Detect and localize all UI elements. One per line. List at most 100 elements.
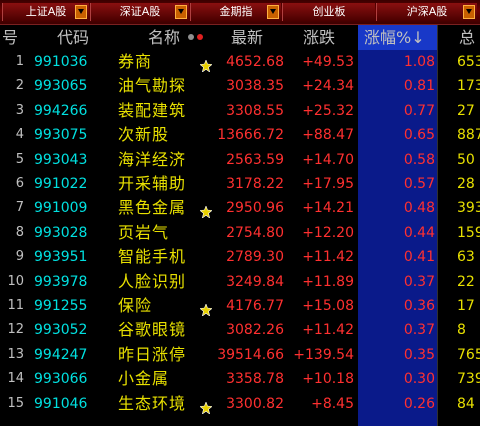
last-price: 4652.68: [226, 54, 284, 70]
change-percent: 0.81: [403, 78, 435, 95]
security-name: 小金属: [118, 369, 170, 389]
tab-sh-a-shares[interactable]: 上证A股: [2, 3, 89, 21]
table-row[interactable]: 5 993043 海洋经济 2563.59 +14.70 0.58 50: [0, 148, 480, 172]
header-last-price[interactable]: 最新: [231, 25, 263, 50]
security-code: 991022: [34, 176, 88, 192]
row-number: 6: [15, 176, 24, 191]
change-percent: 0.30: [403, 371, 435, 388]
row-number: 1: [15, 54, 24, 69]
tab-shsz-a-shares[interactable]: 沪深A股: [376, 3, 477, 21]
table-row[interactable]: 15 991046 生态环境 3300.82 +8.45 0.26 84: [0, 392, 480, 416]
security-code: 994266: [34, 102, 88, 119]
row-number: 5: [15, 151, 24, 167]
security-name: 人脸识别: [118, 271, 187, 291]
change-percent: 0.77: [403, 102, 435, 119]
security-code: 991036: [34, 54, 88, 70]
total-value: 173: [457, 78, 480, 95]
header-change-pct[interactable]: 涨幅%↓: [364, 25, 425, 50]
security-name: 昨日涨停: [118, 344, 187, 364]
header-seq[interactable]: 号: [2, 25, 18, 50]
price-change: +11.89: [302, 273, 354, 290]
table-row[interactable]: 12 993052 谷歌眼镜 3082.26 +11.42 0.37 8: [0, 318, 480, 342]
security-name: 页岩气: [118, 222, 170, 242]
header-total[interactable]: 总: [459, 25, 475, 50]
tab-index-futures[interactable]: 金期指: [190, 3, 281, 21]
header-change[interactable]: 涨跌: [303, 25, 335, 50]
security-name: 次新股: [118, 125, 170, 145]
dropdown-arrow-icon[interactable]: [75, 5, 87, 19]
table-row[interactable]: 11 991255 保险 4176.77 +15.08 0.36 17: [0, 294, 480, 318]
price-change: +24.34: [302, 78, 354, 95]
last-price: 2563.59: [226, 151, 284, 168]
last-price: 3249.84: [226, 273, 284, 290]
last-price: 2754.80: [226, 224, 284, 241]
last-price: 39514.66: [217, 346, 284, 363]
header-name[interactable]: 名称: [148, 25, 180, 50]
change-percent: 0.37: [403, 322, 435, 339]
total-value: 159: [457, 224, 480, 241]
security-name: 智能手机: [118, 247, 187, 267]
change-percent: 0.36: [403, 298, 435, 314]
table-header: 号 代码 名称 最新 涨跌 涨幅%↓ 总: [0, 25, 480, 50]
security-code: 993065: [34, 78, 88, 95]
tab-label: 上证A股: [25, 5, 67, 18]
change-percent: 0.57: [403, 176, 435, 192]
table-row[interactable]: 8 993028 页岩气 2754.80 +12.20 0.44 159: [0, 221, 480, 245]
security-code: 994247: [34, 346, 88, 363]
table-row[interactable]: 13 994247 昨日涨停 39514.66 +139.54 0.35 765: [0, 343, 480, 367]
header-code[interactable]: 代码: [57, 25, 89, 50]
row-number: 12: [7, 322, 24, 338]
table-row[interactable]: 1 991036 券商 4652.68 +49.53 1.08 653: [0, 50, 480, 74]
table-row[interactable]: 2 993065 油气勘探 3038.35 +24.34 0.81 173: [0, 74, 480, 98]
table-row[interactable]: 7 991009 黑色金属 2950.96 +14.21 0.48 393: [0, 196, 480, 220]
last-price: 4176.77: [226, 298, 284, 314]
change-percent: 0.37: [403, 273, 435, 290]
total-value: 393: [457, 200, 480, 217]
price-change: +88.47: [302, 127, 354, 144]
row-number: 9: [15, 249, 24, 265]
price-change: +12.20: [302, 224, 354, 241]
dropdown-arrow-icon[interactable]: [267, 5, 279, 19]
row-number: 14: [7, 371, 24, 387]
dropdown-arrow-icon[interactable]: [463, 5, 475, 19]
price-change: +10.18: [302, 371, 354, 388]
table-row[interactable]: 6 991022 开采辅助 3178.22 +17.95 0.57 28: [0, 172, 480, 196]
last-price: 13666.72: [217, 127, 284, 144]
total-value: 27: [457, 102, 475, 119]
total-value: 887: [457, 127, 480, 144]
table-row[interactable]: 10 993978 人脸识别 3249.84 +11.89 0.37 22: [0, 270, 480, 294]
security-code: 993075: [34, 127, 88, 144]
dropdown-arrow-icon[interactable]: [175, 5, 187, 19]
last-price: 3308.55: [226, 102, 284, 119]
security-code: 993978: [34, 273, 88, 290]
last-price: 3300.82: [226, 395, 284, 412]
favorite-star-icon: [199, 397, 213, 421]
tab-label: 深证A股: [119, 5, 161, 18]
table-row[interactable]: 3 994266 装配建筑 3308.55 +25.32 0.77 27: [0, 99, 480, 123]
security-code: 993052: [34, 322, 88, 339]
security-name: 谷歌眼镜: [118, 320, 187, 340]
table-row[interactable]: 14 993066 小金属 3358.78 +10.18 0.30 739: [0, 367, 480, 391]
change-percent: 0.65: [403, 127, 435, 144]
table-row[interactable]: 9 993951 智能手机 2789.30 +11.42 0.41 63: [0, 245, 480, 269]
last-price: 3038.35: [226, 78, 284, 95]
row-number: 8: [15, 224, 24, 240]
total-value: 653: [457, 54, 480, 70]
price-change: +17.95: [302, 176, 354, 192]
change-percent: 1.08: [403, 54, 435, 70]
tab-chinext[interactable]: 创业板: [282, 3, 375, 21]
table-row[interactable]: 4 993075 次新股 13666.72 +88.47 0.65 887: [0, 123, 480, 147]
row-number: 15: [7, 395, 24, 411]
row-number: 4: [15, 127, 24, 143]
security-name: 开采辅助: [118, 174, 187, 193]
last-price: 3178.22: [226, 176, 284, 192]
price-change: +8.45: [311, 395, 354, 412]
total-value: 28: [457, 176, 475, 192]
price-change: +11.42: [302, 249, 354, 266]
security-name: 生态环境: [118, 393, 187, 413]
last-price: 2789.30: [226, 249, 284, 266]
security-name: 装配建筑: [118, 100, 187, 120]
tab-sz-a-shares[interactable]: 深证A股: [90, 3, 189, 21]
security-name: 保险: [118, 296, 153, 315]
security-name: 黑色金属: [118, 198, 187, 218]
